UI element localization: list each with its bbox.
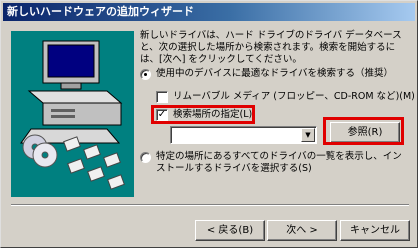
location-input[interactable]: ▼: [170, 126, 317, 144]
back-button[interactable]: < 戻る(B): [195, 220, 265, 241]
radio-list-all[interactable]: [140, 152, 151, 163]
option-search-best-label: 使用中のデバイスに最適なドライバを検索する（推奨）: [156, 68, 394, 79]
wizard-illustration: [11, 31, 134, 197]
computer-icon: [20, 40, 123, 144]
chevron-down-icon[interactable]: ▼: [301, 128, 315, 142]
radio-search-best[interactable]: [140, 69, 151, 80]
cancel-button[interactable]: キャンセル: [340, 220, 410, 241]
option-removable-media[interactable]: リムーバブル メディア (フロッピー、CD-ROM など)(M): [156, 91, 415, 103]
floppy-disk-icon: [63, 136, 125, 190]
highlight-browse-button: [323, 117, 404, 145]
option-list-all[interactable]: 特定の場所にあるすべてのドライバの一覧を表示し、インストールするドライバを選択す…: [140, 151, 408, 175]
separator: [11, 204, 409, 206]
option-list-all-label: 特定の場所にあるすべてのドライバの一覧を表示し、インストールするドライバを選択す…: [156, 151, 402, 174]
option-search-best[interactable]: 使用中のデバイスに最適なドライバを検索する（推奨）: [140, 68, 393, 80]
next-button[interactable]: 次へ >: [267, 220, 337, 241]
removable-media-label: リムーバブル メディア (フロッピー、CD-ROM など)(M): [173, 91, 415, 102]
title-bar: 新しいハードウェアの追加ウィザード: [3, 3, 415, 21]
highlight-specify-location: [151, 105, 255, 124]
wizard-window: 新しいハードウェアの追加ウィザード 新しいドライバは、ハード ドライブのドライバ…: [0, 0, 418, 248]
description-text: 新しいドライバは、ハード ドライブのドライバ データベースと、次の選択した場所か…: [140, 30, 402, 65]
checkbox-removable-media[interactable]: [156, 91, 168, 103]
